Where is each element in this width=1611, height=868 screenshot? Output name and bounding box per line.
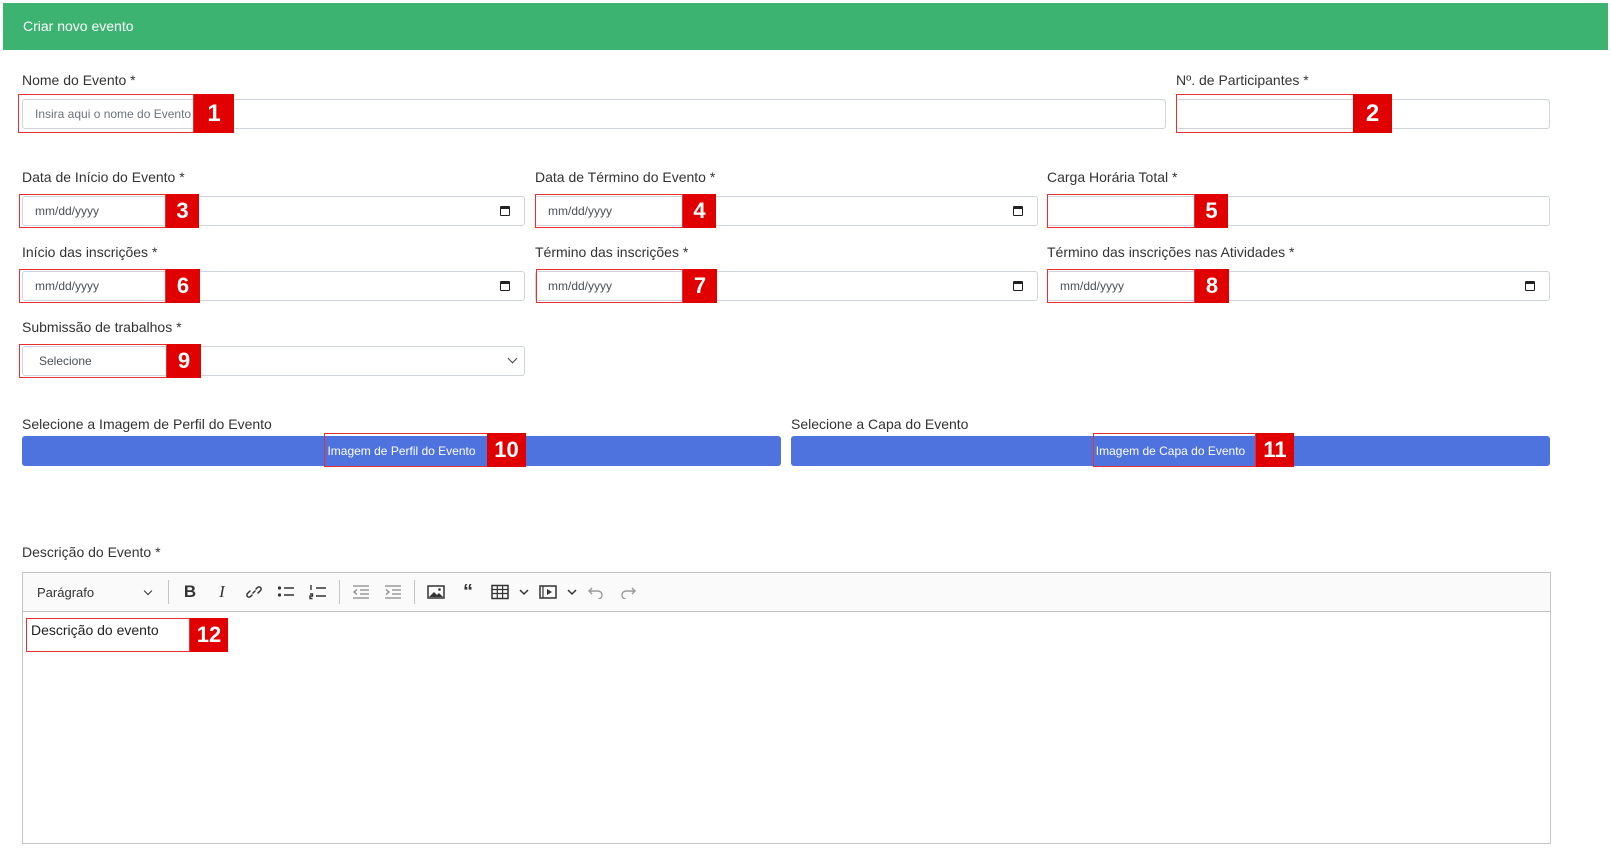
page-header: Criar novo evento: [3, 3, 1608, 50]
calendar-icon[interactable]: [500, 206, 510, 216]
table-icon[interactable]: [484, 578, 516, 606]
calendar-icon[interactable]: [1013, 206, 1023, 216]
data-termino-label: Data de Término do Evento *: [535, 169, 716, 185]
data-termino-value: mm/dd/yyyy: [548, 204, 613, 218]
termino-inscricoes-atividades-value: mm/dd/yyyy: [1060, 279, 1125, 293]
data-inicio-label: Data de Início do Evento *: [22, 169, 185, 185]
bulleted-list-icon[interactable]: [270, 578, 302, 606]
descricao-label: Descrição do Evento *: [22, 544, 161, 560]
capa-image-button-label: Imagem de Capa do Evento: [1095, 444, 1246, 458]
data-termino-input[interactable]: mm/dd/yyyy: [535, 196, 1038, 226]
chevron-down-icon: [507, 353, 518, 364]
badge-1: 1: [194, 94, 234, 133]
inicio-inscricoes-input[interactable]: mm/dd/yyyy: [22, 271, 525, 301]
participantes-label: Nº. de Participantes *: [1176, 72, 1309, 88]
data-inicio-input[interactable]: mm/dd/yyyy: [22, 196, 525, 226]
badge-10: 10: [487, 433, 526, 467]
perfil-image-button-label: Imagem de Perfil do Evento: [327, 444, 476, 458]
bold-icon[interactable]: B: [174, 578, 206, 606]
badge-6: 6: [166, 269, 200, 303]
badge-9: 9: [167, 344, 201, 378]
blockquote-icon[interactable]: “: [452, 578, 484, 606]
toolbar-divider: [414, 580, 415, 604]
chevron-down-icon[interactable]: [564, 578, 580, 606]
toolbar-divider: [339, 580, 340, 604]
perfil-image-button[interactable]: Imagem de Perfil do Evento: [22, 436, 781, 466]
submissao-value: Selecione: [39, 354, 92, 368]
perfil-image-label: Selecione a Imagem de Perfil do Evento: [22, 416, 272, 432]
submissao-label: Submissão de trabalhos *: [22, 319, 182, 335]
capa-image-label: Selecione a Capa do Evento: [791, 416, 969, 432]
carga-horaria-label: Carga Horária Total *: [1047, 169, 1178, 185]
calendar-icon[interactable]: [1525, 281, 1535, 291]
badge-12: 12: [190, 618, 228, 652]
badge-2: 2: [1353, 94, 1392, 133]
italic-icon[interactable]: I: [206, 578, 238, 606]
undo-icon[interactable]: [580, 578, 612, 606]
paragraph-format-select[interactable]: Parágrafo: [33, 585, 163, 600]
termino-inscricoes-label: Término das inscrições *: [535, 244, 689, 260]
termino-inscricoes-atividades-input[interactable]: mm/dd/yyyy: [1047, 271, 1550, 301]
editor-toolbar: Parágrafo B I “: [23, 573, 1550, 612]
toolbar-divider: [168, 580, 169, 604]
rich-text-editor[interactable]: Parágrafo B I “ Descrição do evento: [22, 572, 1551, 844]
nome-evento-label: Nome do Evento *: [22, 72, 136, 88]
image-icon[interactable]: [420, 578, 452, 606]
badge-11: 11: [1256, 433, 1294, 467]
badge-5: 5: [1195, 194, 1228, 228]
outdent-icon[interactable]: [345, 578, 377, 606]
inicio-inscricoes-value: mm/dd/yyyy: [35, 279, 100, 293]
calendar-icon[interactable]: [500, 281, 510, 291]
indent-icon[interactable]: [377, 578, 409, 606]
paragraph-format-value: Parágrafo: [37, 584, 95, 600]
numbered-list-icon[interactable]: [302, 578, 334, 606]
termino-inscricoes-input[interactable]: mm/dd/yyyy: [535, 271, 1038, 301]
calendar-icon[interactable]: [1013, 281, 1023, 291]
badge-8: 8: [1195, 269, 1229, 303]
chevron-down-icon[interactable]: [516, 578, 532, 606]
media-icon[interactable]: [532, 578, 564, 606]
redo-icon[interactable]: [612, 578, 644, 606]
editor-content[interactable]: Descrição do evento: [23, 612, 1550, 648]
page-title: Criar novo evento: [23, 18, 134, 34]
submissao-select[interactable]: Selecione: [22, 346, 525, 376]
chevron-down-icon: [143, 586, 153, 595]
link-icon[interactable]: [238, 578, 270, 606]
data-inicio-value: mm/dd/yyyy: [35, 204, 100, 218]
carga-horaria-input[interactable]: [1047, 196, 1550, 226]
inicio-inscricoes-label: Início das inscrições *: [22, 244, 158, 260]
badge-4: 4: [683, 194, 716, 228]
termino-inscricoes-value: mm/dd/yyyy: [548, 279, 613, 293]
termino-inscricoes-atividades-label: Término das inscrições nas Atividades *: [1047, 244, 1295, 260]
badge-3: 3: [166, 194, 199, 228]
capa-image-button[interactable]: Imagem de Capa do Evento: [791, 436, 1550, 466]
badge-7: 7: [683, 269, 717, 303]
nome-evento-placeholder: Insira aqui o nome do Evento: [35, 107, 192, 121]
editor-content-text: Descrição do evento: [31, 622, 159, 638]
